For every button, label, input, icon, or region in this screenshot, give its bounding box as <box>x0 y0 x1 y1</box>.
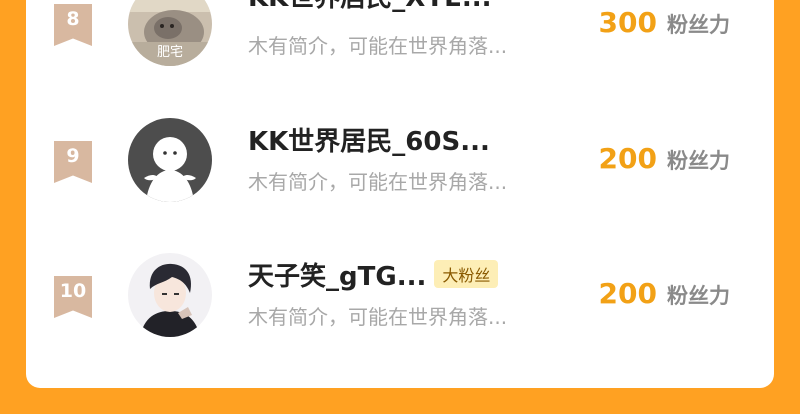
fan-ranking-panel: 8 肥宅 KK世界居民_XYE... 木有简介，可能在世界角落... 300 粉… <box>26 0 774 388</box>
avatar-caption: 肥宅 <box>156 45 183 60</box>
rank-badge: 9 <box>54 141 92 183</box>
fan-power: 200 粉丝力 <box>599 142 730 175</box>
rank-number: 8 <box>66 8 80 30</box>
user-name[interactable]: 天子笑_gTG... <box>248 256 426 293</box>
rank-badge: 10 <box>54 276 92 318</box>
ranking-row-9[interactable]: 9 KK世界居民_60S... 木有简介，可能在世界角落... 200 粉丝力 <box>26 110 774 210</box>
fan-power-unit: 粉丝力 <box>667 13 730 37</box>
fan-power-unit: 粉丝力 <box>667 284 730 308</box>
rank-number: 10 <box>59 280 87 302</box>
user-bio: 木有简介，可能在世界角落... <box>248 34 508 58</box>
fan-power-unit: 粉丝力 <box>667 149 730 173</box>
big-fan-badge: 大粉丝 <box>434 260 499 288</box>
anime-boy-avatar-icon <box>128 253 212 337</box>
user-avatar[interactable]: 肥宅 <box>128 0 212 66</box>
user-avatar[interactable] <box>128 118 212 202</box>
ranking-row-10[interactable]: 10 天子笑_gTG... 大粉丝 木有简介，可能在世界角落... 200 粉丝… <box>26 245 774 345</box>
default-ghost-avatar-icon <box>128 118 212 202</box>
fan-power-value: 200 <box>598 142 657 175</box>
ranking-row-8[interactable]: 8 肥宅 KK世界居民_XYE... 木有简介，可能在世界角落... 300 粉… <box>26 0 774 70</box>
fan-power: 300 粉丝力 <box>599 6 730 39</box>
fan-power: 200 粉丝力 <box>599 277 730 310</box>
user-name[interactable]: KK世界居民_XYE... <box>248 0 492 14</box>
user-bio: 木有简介，可能在世界角落... <box>248 170 508 194</box>
user-name[interactable]: KK世界居民_60S... <box>248 121 490 158</box>
user-bio: 木有简介，可能在世界角落... <box>248 305 508 329</box>
user-avatar[interactable] <box>128 253 212 337</box>
rank-number: 9 <box>66 145 80 167</box>
fan-power-value: 200 <box>598 277 657 310</box>
fan-power-value: 300 <box>598 6 657 39</box>
rank-badge: 8 <box>54 4 92 46</box>
